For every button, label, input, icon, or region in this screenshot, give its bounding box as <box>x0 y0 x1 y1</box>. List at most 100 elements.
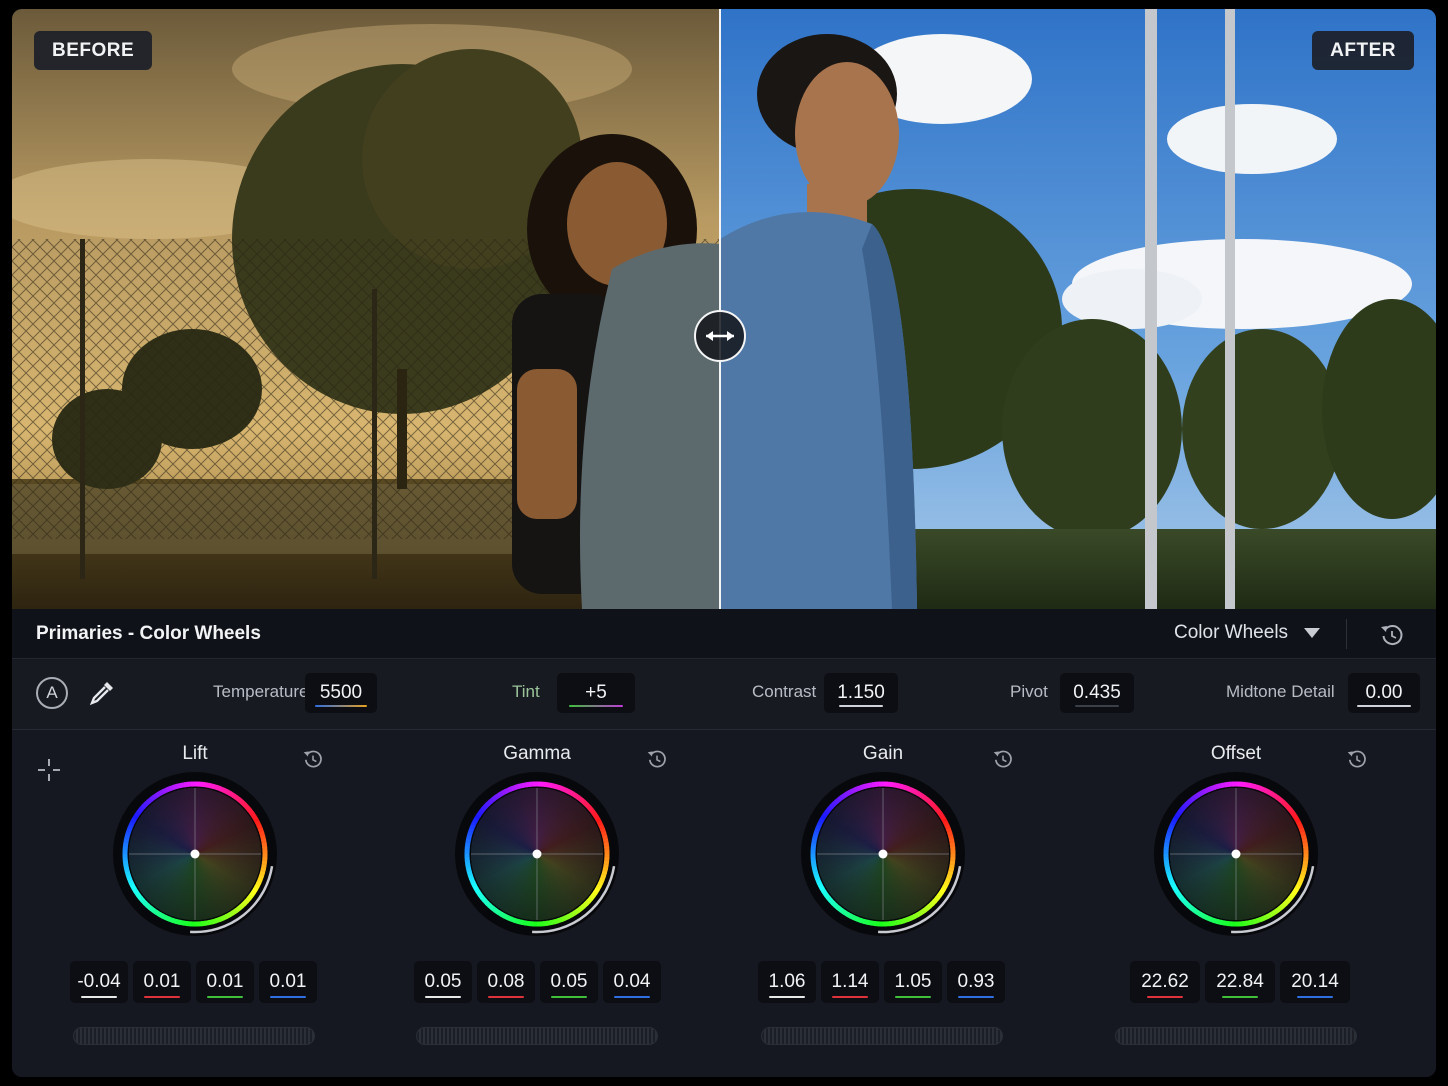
temperature-value: 5500 <box>319 682 363 703</box>
reset-icon[interactable] <box>646 748 668 770</box>
lift-master-value: -0.04 <box>77 971 121 992</box>
gain-red-field[interactable]: 1.14 <box>821 961 879 1003</box>
eyedropper-icon[interactable] <box>87 678 117 708</box>
temperature-field[interactable]: 5500 <box>305 673 377 713</box>
master-channel-indicator <box>425 996 461 998</box>
wheel-center-puck[interactable] <box>878 849 888 859</box>
color-wheel-offset[interactable] <box>1151 769 1321 949</box>
lift-red-field[interactable]: 0.01 <box>133 961 191 1003</box>
gain-blue-value: 0.93 <box>957 971 995 992</box>
lift-blue-field[interactable]: 0.01 <box>259 961 317 1003</box>
panel-title: Primaries - Color Wheels <box>36 623 261 644</box>
blue-channel-indicator <box>614 996 650 998</box>
wheel-offset-values: 22.62 22.84 20.14 <box>1130 961 1350 1003</box>
wheel-offset-title: Offset <box>1210 743 1262 764</box>
red-channel-indicator <box>144 996 180 998</box>
color-wheel-gain[interactable] <box>798 769 968 949</box>
midtone-detail-label: Midtone Detail <box>1226 682 1335 701</box>
lift-green-field[interactable]: 0.01 <box>196 961 254 1003</box>
pivot-indicator <box>1075 705 1119 707</box>
lift-master-field[interactable]: -0.04 <box>70 961 128 1003</box>
gamma-master-value: 0.05 <box>424 971 462 992</box>
red-channel-indicator <box>1147 996 1183 998</box>
gamma-blue-field[interactable]: 0.04 <box>603 961 661 1003</box>
gain-master-field[interactable]: 1.06 <box>758 961 816 1003</box>
color-wheels-area: Lift -0.04 0.01 0.01 0.01 Gamma 0.05 0.0… <box>12 731 1436 1077</box>
wheel-gamma-title: Gamma <box>503 743 571 764</box>
offset-blue-value: 20.14 <box>1291 971 1339 992</box>
green-channel-indicator <box>207 996 243 998</box>
midtone-detail-indicator <box>1357 705 1411 707</box>
offset-red-field[interactable]: 22.62 <box>1130 961 1200 1003</box>
split-handle[interactable] <box>694 310 746 362</box>
after-label: AFTER <box>1312 31 1414 70</box>
blue-channel-indicator <box>270 996 306 998</box>
pivot-value: 0.435 <box>1073 682 1121 703</box>
offset-red-value: 22.62 <box>1141 971 1189 992</box>
gain-master-jog-wheel[interactable] <box>761 1027 1003 1045</box>
midtone-detail-field[interactable]: 0.00 <box>1348 673 1420 713</box>
gamma-master-field[interactable]: 0.05 <box>414 961 472 1003</box>
auto-balance-button[interactable]: A <box>36 677 68 709</box>
reset-icon[interactable] <box>1379 622 1405 648</box>
before-label: BEFORE <box>34 31 153 70</box>
tint-label: Tint <box>512 682 540 701</box>
gain-blue-field[interactable]: 0.93 <box>947 961 1005 1003</box>
temperature-label: Temperature <box>213 682 309 701</box>
wheel-gain-title: Gain <box>862 743 904 764</box>
tint-field[interactable]: +5 <box>557 673 635 713</box>
color-wheel-lift[interactable] <box>110 769 280 949</box>
gamma-master-jog-wheel[interactable] <box>416 1027 658 1045</box>
lift-green-value: 0.01 <box>206 971 244 992</box>
offset-green-value: 22.84 <box>1216 971 1264 992</box>
contrast-indicator <box>839 705 883 707</box>
split-arrows-icon <box>706 331 734 341</box>
before-after-viewer[interactable]: BEFORE AFTER <box>12 9 1436 609</box>
gamma-green-value: 0.05 <box>550 971 588 992</box>
master-channel-indicator <box>81 996 117 998</box>
color-wheel-gamma[interactable] <box>452 769 622 949</box>
offset-green-field[interactable]: 22.84 <box>1205 961 1275 1003</box>
preview-image <box>12 9 1436 609</box>
lift-master-jog-wheel[interactable] <box>73 1027 315 1045</box>
contrast-field[interactable]: 1.150 <box>824 673 898 713</box>
reset-icon[interactable] <box>992 748 1014 770</box>
gain-red-value: 1.14 <box>831 971 869 992</box>
temperature-indicator <box>315 705 367 707</box>
gamma-blue-value: 0.04 <box>613 971 651 992</box>
offset-master-jog-wheel[interactable] <box>1115 1027 1357 1045</box>
lift-blue-value: 0.01 <box>269 971 307 992</box>
contrast-value: 1.150 <box>837 682 885 703</box>
pivot-field[interactable]: 0.435 <box>1060 673 1134 713</box>
reset-icon[interactable] <box>1346 748 1368 770</box>
header-divider <box>1346 619 1347 649</box>
tint-value: +5 <box>585 682 607 703</box>
tint-indicator <box>569 705 623 707</box>
pivot-label: Pivot <box>1010 682 1048 701</box>
wheel-center-puck[interactable] <box>190 849 200 859</box>
mode-dropdown[interactable]: Color Wheels <box>1174 622 1321 644</box>
gamma-red-field[interactable]: 0.08 <box>477 961 535 1003</box>
mode-dropdown-label: Color Wheels <box>1174 622 1289 643</box>
wheel-center-puck[interactable] <box>532 849 542 859</box>
split-divider[interactable] <box>719 9 721 609</box>
reset-icon[interactable] <box>302 748 324 770</box>
green-channel-indicator <box>1222 996 1258 998</box>
gamma-red-value: 0.08 <box>487 971 525 992</box>
wheel-center-puck[interactable] <box>1231 849 1241 859</box>
wheel-lift-title: Lift <box>182 743 208 764</box>
red-channel-indicator <box>832 996 868 998</box>
midtone-detail-value: 0.00 <box>1365 682 1403 703</box>
color-grading-app: BEFORE AFTER Primaries - Color Wheels Co… <box>12 9 1436 1077</box>
gain-master-value: 1.06 <box>768 971 806 992</box>
chevron-down-icon <box>1304 628 1321 638</box>
lift-red-value: 0.01 <box>143 971 181 992</box>
crosshair-icon[interactable] <box>36 757 62 783</box>
gamma-green-field[interactable]: 0.05 <box>540 961 598 1003</box>
green-channel-indicator <box>551 996 587 998</box>
contrast-label: Contrast <box>752 682 817 701</box>
offset-blue-field[interactable]: 20.14 <box>1280 961 1350 1003</box>
gain-green-field[interactable]: 1.05 <box>884 961 942 1003</box>
blue-channel-indicator <box>958 996 994 998</box>
master-channel-indicator <box>769 996 805 998</box>
